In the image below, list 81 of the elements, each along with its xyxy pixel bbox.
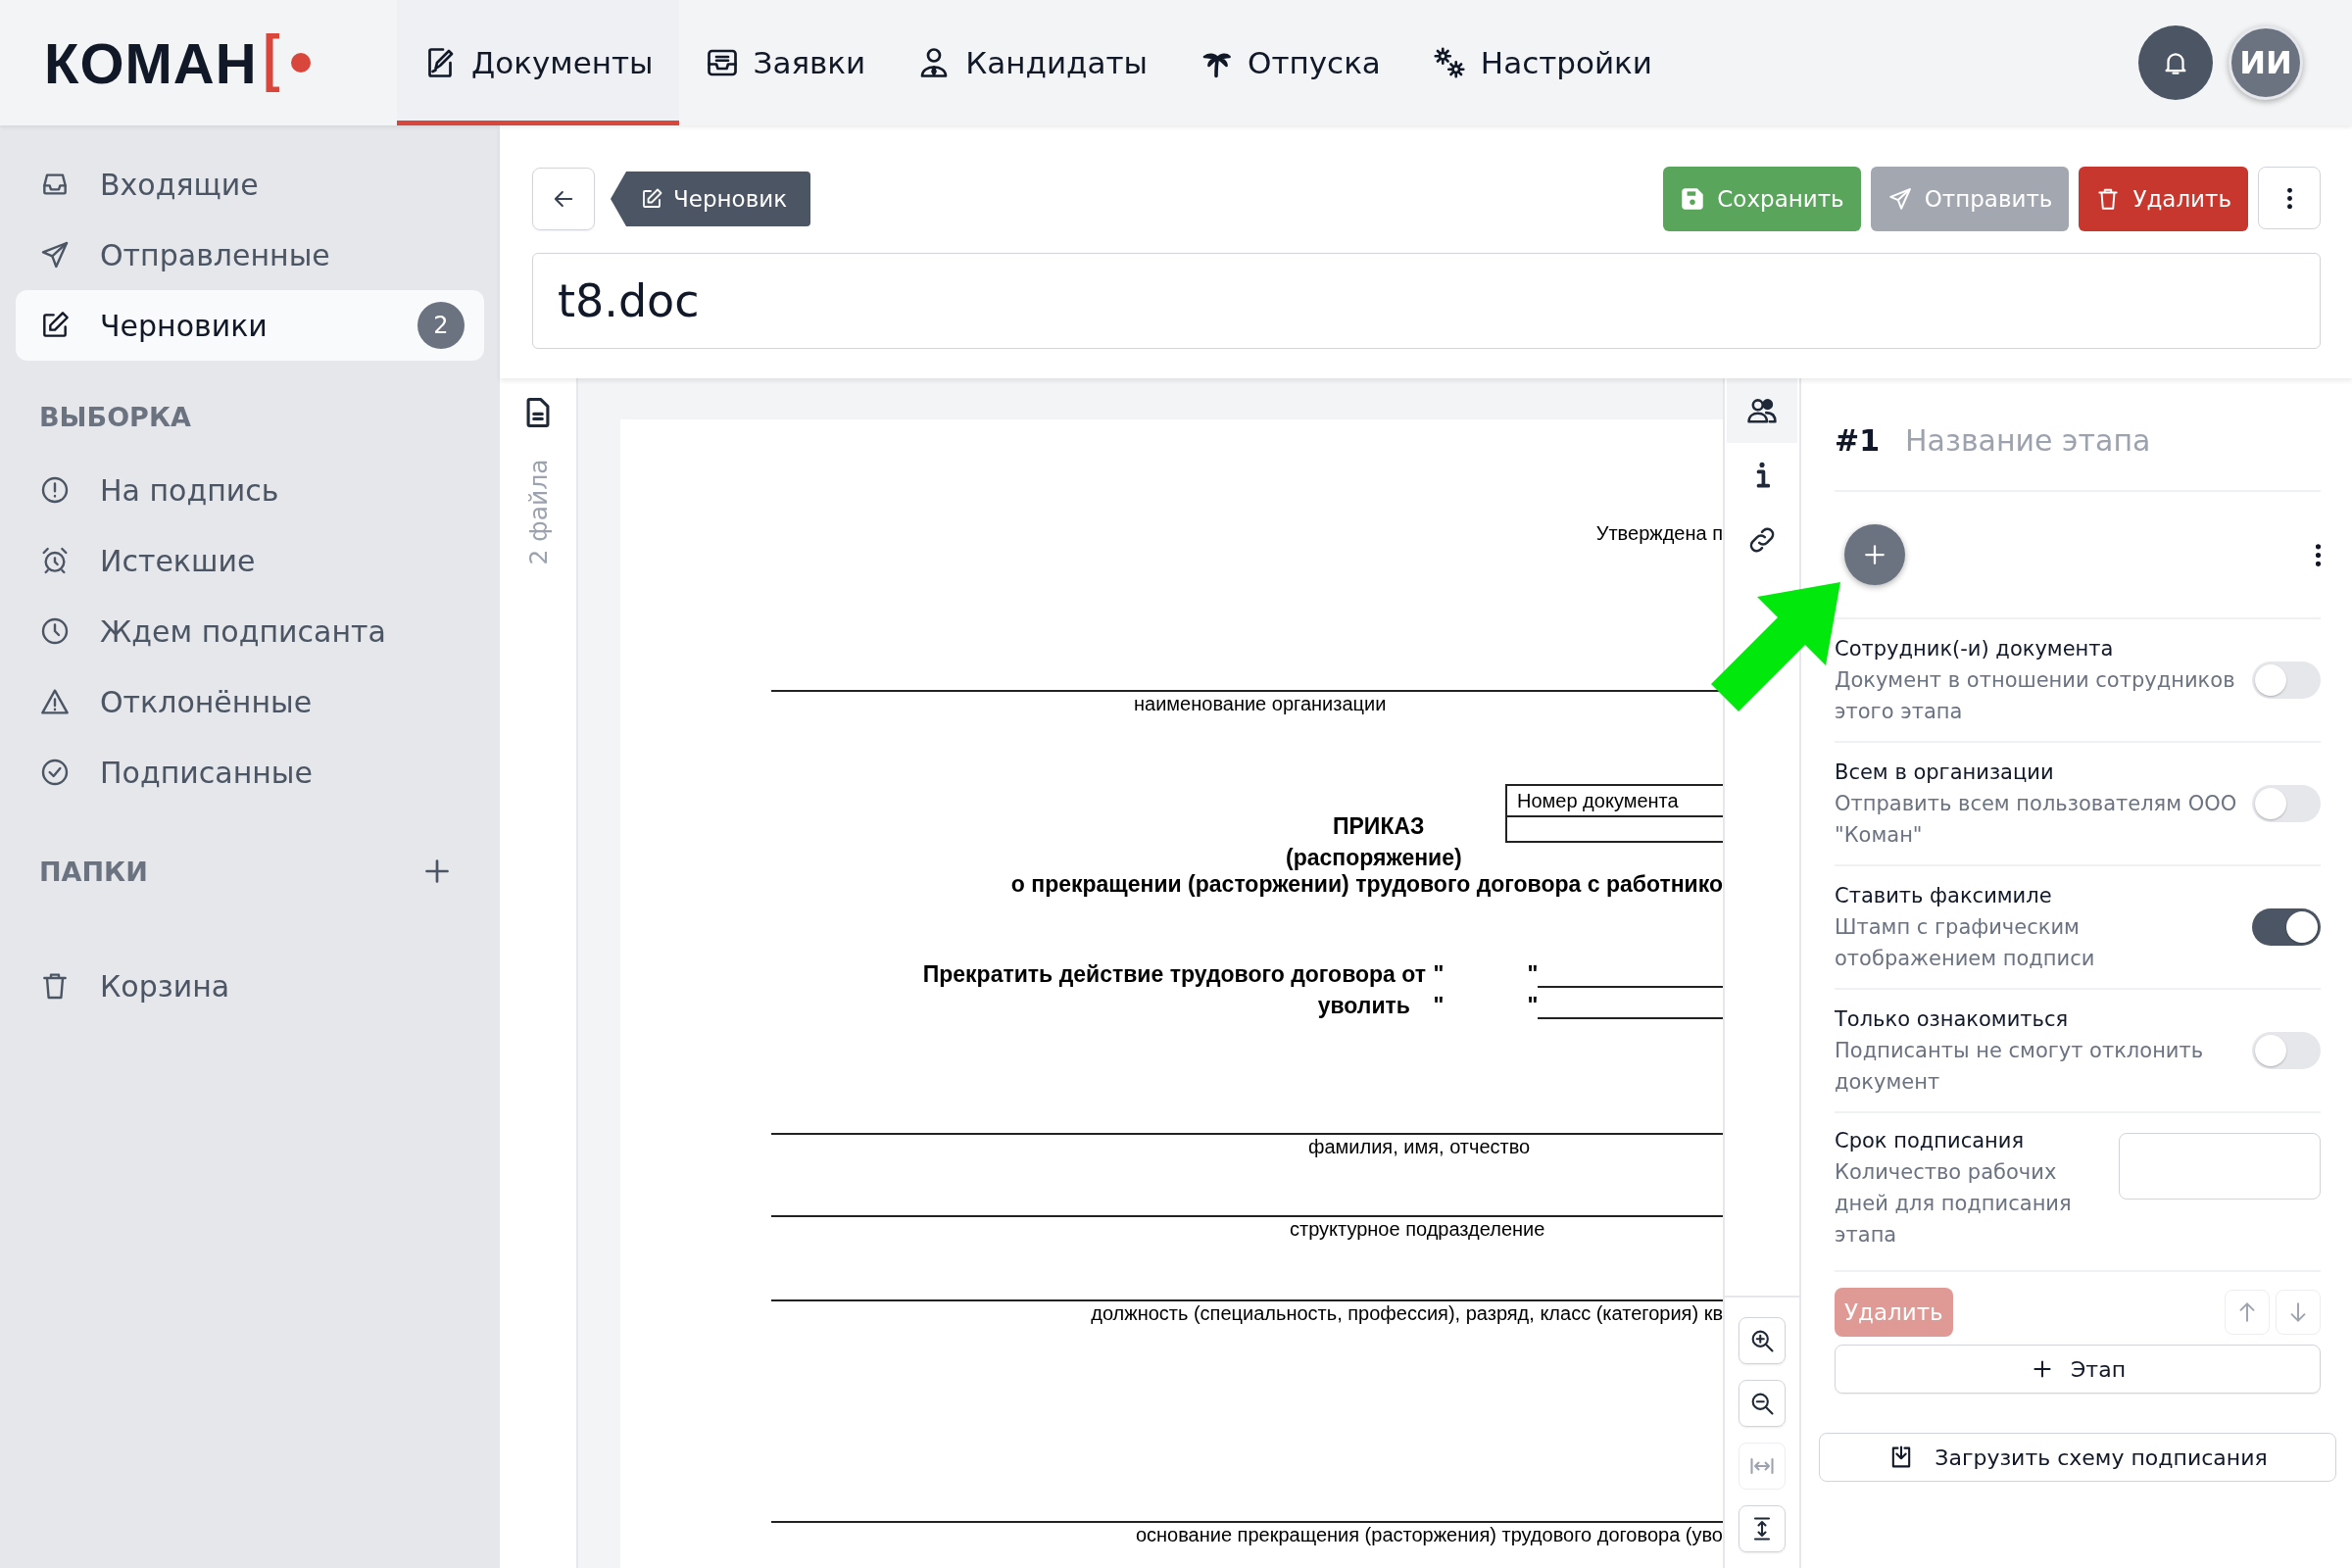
- document-text: Утверждена п: [1594, 522, 1723, 545]
- stage-name-field[interactable]: Название этапа: [1905, 422, 2321, 458]
- option-title: Только ознакомиться: [1835, 1006, 2070, 1033]
- option-title: Сотрудник(-и) документа: [1835, 636, 2115, 662]
- clock-icon: [39, 615, 71, 647]
- paper-plane-icon: [1886, 186, 1913, 212]
- edit-icon: [640, 187, 663, 211]
- sidebar-item[interactable]: Ждем подписанта: [16, 596, 484, 666]
- quote-mark: ": [1432, 961, 1446, 988]
- alert-circle-icon: [39, 474, 71, 506]
- sidebar-item[interactable]: Черновики 2: [16, 290, 484, 361]
- zoom-in-button[interactable]: [1739, 1317, 1786, 1364]
- stage-number: #1: [1835, 422, 1880, 458]
- field-caption: фамилия, имя, отчество: [1308, 1135, 1532, 1158]
- quote-mark: ": [1432, 993, 1446, 1019]
- sidebar-item-label: Черновики: [100, 308, 268, 343]
- nav-tab[interactable]: Заявки: [678, 0, 892, 125]
- document-subheading: (распоряжение): [1286, 845, 1463, 871]
- add-stage-button[interactable]: Этап: [1835, 1345, 2321, 1394]
- sidebar-item-label: Отправленные: [100, 237, 330, 272]
- toggle-switch[interactable]: [2252, 662, 2321, 699]
- document-heading: ПРИКАЗ: [1333, 813, 1425, 840]
- toggle-switch[interactable]: [2252, 785, 2321, 822]
- sidebar-item-label: На подпись: [100, 472, 279, 508]
- kebab-icon: [2316, 543, 2321, 566]
- sidebar-item-label: Корзина: [100, 968, 230, 1004]
- option-description: Отправить всем пользователям ООО "Коман": [1835, 791, 2238, 849]
- add-signer-button[interactable]: [1844, 524, 1905, 585]
- count-badge: 2: [417, 302, 465, 349]
- option-description: Количество рабочих дней для подписания этапа: [1835, 1159, 2073, 1249]
- nav-tab[interactable]: Настройки: [1405, 0, 1678, 125]
- option-description: Штамп с графическим отображением подписи: [1835, 914, 2096, 972]
- quote-mark: ": [1526, 993, 1540, 1019]
- document-text: уволить: [1316, 993, 1411, 1019]
- days-field[interactable]: [2119, 1133, 2321, 1200]
- paper-plane-icon: [39, 239, 71, 270]
- sidebar-item-label: Входящие: [100, 167, 259, 202]
- sidebar-item-label: Ждем подписанта: [100, 613, 386, 649]
- toggle-switch[interactable]: [2252, 1032, 2321, 1069]
- section-heading: ПАПКИ: [39, 856, 148, 887]
- sidebar-item[interactable]: Корзина: [16, 951, 484, 1021]
- field-caption: структурное подразделение: [1290, 1217, 1546, 1241]
- zoom-out-button[interactable]: [1739, 1380, 1786, 1427]
- section-heading: ВЫБОРКА: [39, 401, 191, 432]
- nav-tab[interactable]: Отпуска: [1173, 0, 1406, 125]
- quote-mark: ": [1526, 961, 1540, 988]
- fit-height-button[interactable]: [1739, 1505, 1786, 1552]
- title-field[interactable]: t8.doc: [532, 253, 2321, 349]
- option-title: Всем в организации: [1835, 760, 2055, 786]
- field-caption: наименование организации: [1134, 692, 1388, 715]
- sidebar-item-label: Подписанные: [100, 755, 314, 790]
- kebab-icon: [2286, 187, 2292, 209]
- option-title: Срок подписания: [1835, 1128, 2026, 1154]
- more-button[interactable]: [2316, 543, 2321, 566]
- document-text: Прекратить действие трудового договора от: [921, 961, 1426, 988]
- sidebar-item-label: Отклонённые: [100, 684, 313, 719]
- nav-tab[interactable]: Кандидаты: [891, 0, 1173, 125]
- panel-tab[interactable]: [1727, 378, 1797, 443]
- option-description: Подписанты не смогут отклонить документ: [1835, 1038, 2205, 1096]
- sidebar-item[interactable]: Входящие: [16, 149, 484, 220]
- upload-scheme-button[interactable]: Загрузить схему подписания: [1819, 1433, 2336, 1482]
- sidebar-item[interactable]: Отправленные: [16, 220, 484, 290]
- option-description: Документ в отношении сотрудников этого этапа: [1835, 667, 2236, 725]
- field-caption: должность (специальность, профессия), разряд, класс (категория) кв: [1090, 1301, 1723, 1325]
- document-subject: о прекращении (расторжении) трудового договора с работнико: [1009, 871, 1723, 898]
- sidebar-item[interactable]: Подписанные: [16, 737, 484, 808]
- sidebar-item-label: Истекшие: [100, 543, 256, 578]
- delete-button[interactable]: Удалить: [2079, 167, 2248, 231]
- user-avatar[interactable]: ИИ: [2229, 25, 2303, 100]
- toggle-switch[interactable]: [2252, 908, 2321, 946]
- status-tag: Черновик: [611, 172, 811, 226]
- logo-text: КОМАН: [44, 29, 258, 96]
- field-caption: основание прекращения (расторжения) трудового договора (уво: [1134, 1523, 1723, 1546]
- table-cell-text: Номер документа: [1516, 789, 1680, 813]
- gears-icon: [1431, 45, 1467, 80]
- nav-tab[interactable]: Документы: [397, 0, 679, 125]
- sidebar-item[interactable]: Истекшие: [16, 525, 484, 596]
- check-circle-icon: [39, 757, 71, 788]
- sidebar-item[interactable]: Отклонённые: [16, 666, 484, 737]
- option-title: Ставить факсимиле: [1835, 883, 2053, 909]
- sidebar-item[interactable]: На подпись: [16, 455, 484, 525]
